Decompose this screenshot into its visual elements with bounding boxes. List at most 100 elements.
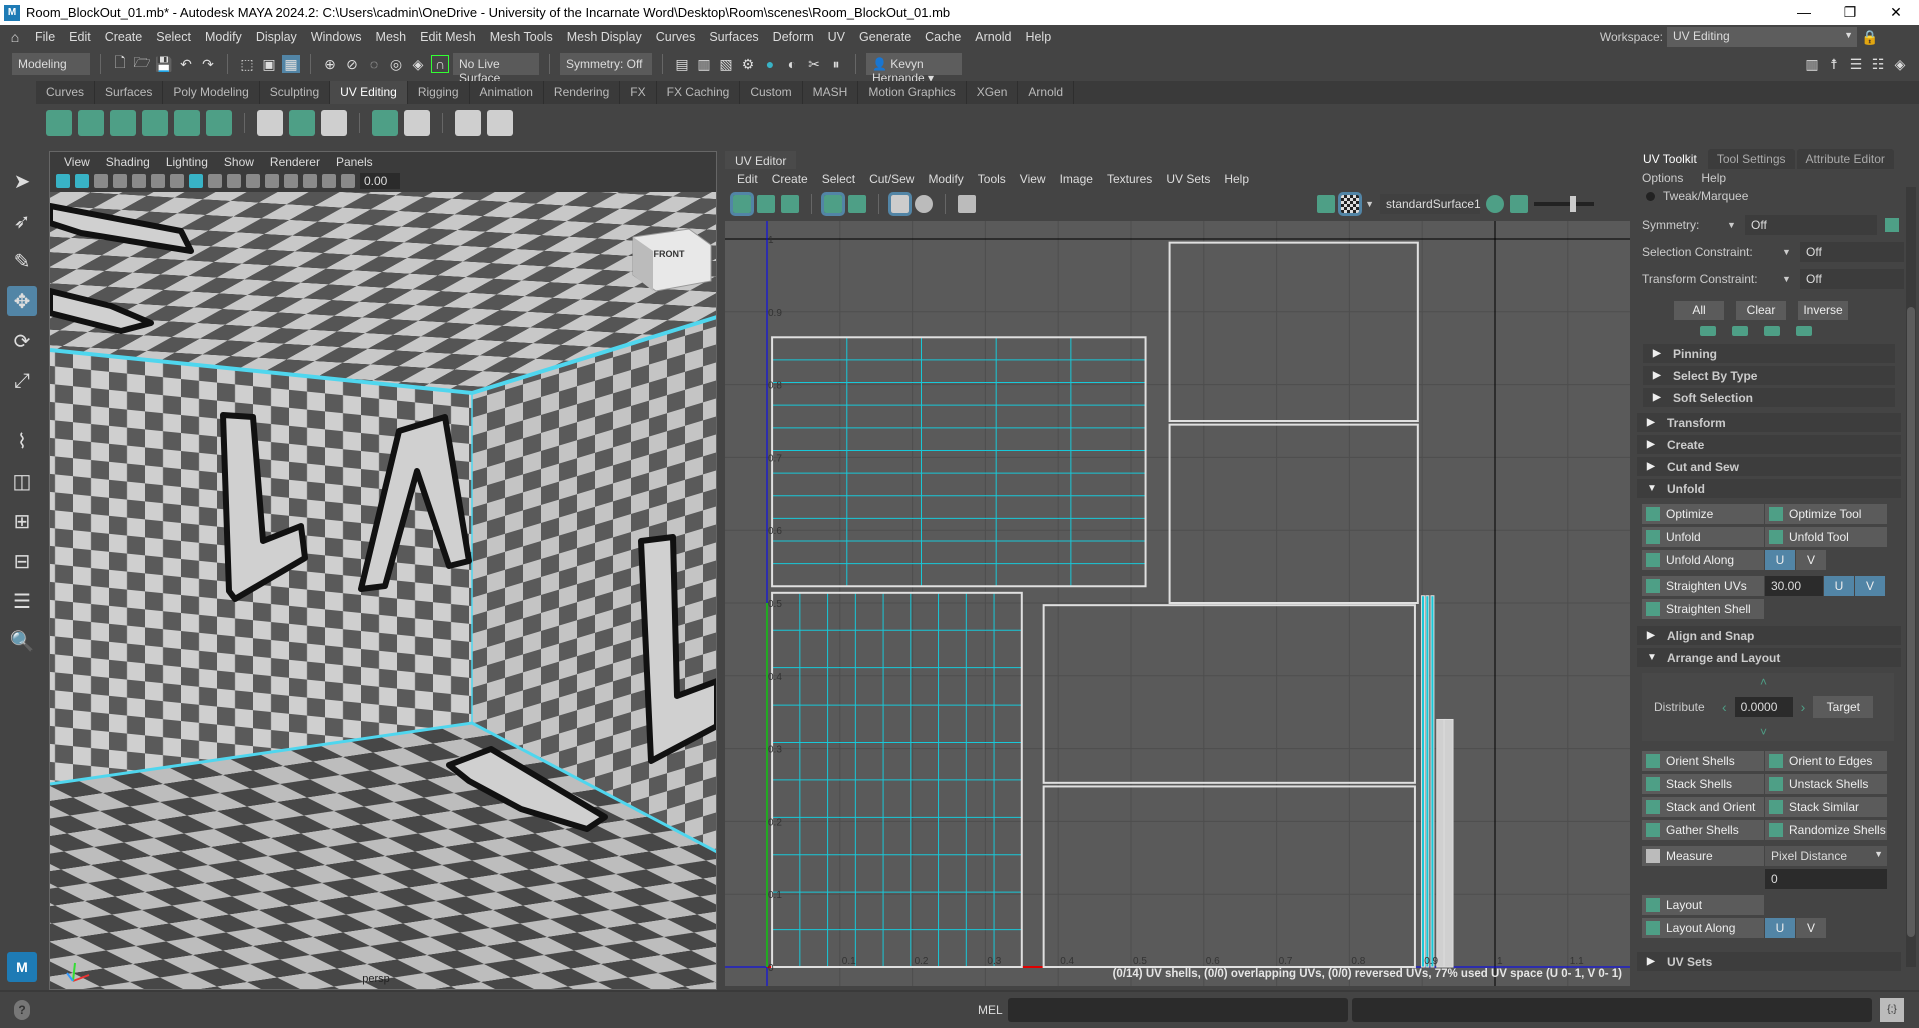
- uv-menu-create[interactable]: Create: [765, 172, 815, 186]
- radio-icon[interactable]: [1646, 191, 1655, 201]
- snap-surface-icon[interactable]: ◈: [409, 55, 427, 73]
- redo-icon[interactable]: ↷: [199, 55, 217, 73]
- uv-shell-select-icon[interactable]: [730, 192, 754, 216]
- randomize-shells-button[interactable]: Randomize Shells: [1765, 820, 1887, 840]
- snap-view-icon[interactable]: ◎: [387, 55, 405, 73]
- camera-based-map-icon[interactable]: [174, 110, 200, 136]
- snap-grid-icon[interactable]: ⊕: [321, 55, 339, 73]
- image-display-icon[interactable]: [1317, 195, 1336, 213]
- select-tool-icon[interactable]: ➤: [7, 166, 37, 196]
- select-all-button[interactable]: All: [1674, 300, 1724, 320]
- uv-menu-cut-sew[interactable]: Cut/Sew: [862, 172, 921, 186]
- measure-button[interactable]: Measure: [1642, 846, 1764, 866]
- single-perspective-layout-icon[interactable]: ◫: [7, 466, 37, 496]
- distortion-icon[interactable]: [915, 195, 933, 213]
- stack-and-orient-button[interactable]: Stack and Orient: [1642, 797, 1764, 817]
- straighten-angle-field[interactable]: 30.00: [1765, 576, 1823, 596]
- view-cube[interactable]: [632, 228, 712, 292]
- mel-label[interactable]: MEL: [978, 1003, 1003, 1017]
- pause-icon[interactable]: ⏸: [827, 55, 845, 73]
- lasso-tool-icon[interactable]: ➶: [7, 206, 37, 236]
- orient-shells-button[interactable]: Orient Shells: [1642, 751, 1764, 771]
- shrink-region-icon[interactable]: [1732, 326, 1748, 336]
- texture-borders-icon[interactable]: [848, 195, 866, 213]
- symmetry-axis-icon[interactable]: [1885, 218, 1899, 232]
- shelf-tab-curves[interactable]: Curves: [36, 81, 96, 104]
- viewport-menu-shading[interactable]: Shading: [98, 155, 158, 169]
- rotate-tool-icon[interactable]: ⟳: [7, 326, 37, 356]
- viewport-menu-renderer[interactable]: Renderer: [262, 155, 328, 169]
- scale-tool-icon[interactable]: ⤢: [7, 366, 37, 396]
- outliner-layout-icon[interactable]: ☰: [7, 586, 37, 616]
- viewport-canvas[interactable]: FRONT persp: [50, 192, 716, 989]
- dropdown-arrow-icon[interactable]: ▼: [1727, 220, 1743, 230]
- shelf-tab-sculpting[interactable]: Sculpting: [260, 81, 331, 104]
- view-cube-label[interactable]: FRONT: [654, 249, 685, 259]
- uv-menu-image[interactable]: Image: [1053, 172, 1100, 186]
- uv-select-icon[interactable]: [757, 195, 775, 213]
- isolate-select-icon[interactable]: [303, 174, 317, 188]
- menu-create[interactable]: Create: [98, 30, 150, 44]
- shelf-tab-arnold[interactable]: Arnold: [1018, 81, 1075, 104]
- checker-icon[interactable]: [455, 110, 481, 136]
- open-scene-icon[interactable]: 🗁: [133, 54, 151, 73]
- image-plane-icon[interactable]: [113, 174, 127, 188]
- minimize-button[interactable]: —: [1781, 0, 1827, 25]
- symmetry-dropdown[interactable]: Off: [1745, 215, 1877, 235]
- straighten-v-toggle[interactable]: V: [1855, 576, 1885, 596]
- straighten-uvs-button[interactable]: Straighten UVs: [1642, 576, 1764, 596]
- viewport-menu-lighting[interactable]: Lighting: [158, 155, 216, 169]
- shelf-tab-surfaces[interactable]: Surfaces: [95, 81, 164, 104]
- panel-scrollbar[interactable]: [1906, 187, 1916, 967]
- layout-along-v-toggle[interactable]: V: [1796, 918, 1826, 938]
- section-create[interactable]: ▶ Create: [1637, 435, 1901, 454]
- home-icon[interactable]: ⌂: [6, 28, 24, 46]
- unfold-along-button[interactable]: Unfold Along: [1642, 550, 1764, 570]
- unfold-along-u-toggle[interactable]: U: [1765, 550, 1795, 570]
- wireframe-on-shaded-icon[interactable]: [208, 174, 222, 188]
- camera-attributes-icon[interactable]: [75, 174, 89, 188]
- section-pinning[interactable]: ▶ Pinning: [1643, 344, 1895, 363]
- live-surface-field[interactable]: No Live Surface: [453, 53, 539, 85]
- unfold-along-v-toggle[interactable]: V: [1796, 550, 1826, 570]
- exposure-field[interactable]: 0.00: [360, 173, 400, 189]
- uv-grid-icon[interactable]: [888, 192, 912, 216]
- shrink-selection-icon[interactable]: [1700, 326, 1716, 336]
- tab-tool-settings[interactable]: Tool Settings: [1707, 149, 1795, 169]
- dropdown-arrow-icon[interactable]: ▼: [1782, 274, 1798, 284]
- dropdown-arrow-icon[interactable]: ▼: [1782, 247, 1798, 257]
- modeling-toolkit-icon[interactable]: ▥: [1803, 55, 1821, 73]
- optimize-tool-button[interactable]: Optimize Tool: [1765, 504, 1887, 524]
- grow-region-icon[interactable]: [1764, 326, 1780, 336]
- checker-dropdown-icon[interactable]: ▼: [1365, 199, 1374, 209]
- workspace-dropdown[interactable]: UV Editing: [1667, 27, 1857, 47]
- distribute-field[interactable]: 0.0000: [1734, 697, 1793, 717]
- mode-dropdown[interactable]: Modeling: [12, 53, 90, 75]
- shadows-icon[interactable]: [265, 174, 279, 188]
- shelf-tab-motion-graphics[interactable]: Motion Graphics: [858, 81, 967, 104]
- menu-edit-mesh[interactable]: Edit Mesh: [413, 30, 483, 44]
- hypershade-icon[interactable]: ●: [761, 55, 779, 73]
- menu-mesh-tools[interactable]: Mesh Tools: [483, 30, 560, 44]
- menu-arnold[interactable]: Arnold: [968, 30, 1018, 44]
- shelf-tab-fx-caching[interactable]: FX Caching: [657, 81, 741, 104]
- tool-settings-icon[interactable]: ☷: [1869, 55, 1887, 73]
- menu-cache[interactable]: Cache: [918, 30, 968, 44]
- user-account-button[interactable]: 👤 Kevyn Hernande ▾: [866, 53, 962, 85]
- options-menu[interactable]: Options: [1642, 171, 1683, 185]
- channel-box-icon[interactable]: ◈: [1891, 55, 1909, 73]
- distribute-left-icon[interactable]: ‹: [1722, 699, 1727, 715]
- soft-modification-icon[interactable]: ⌇: [7, 426, 37, 456]
- bookmark-icon[interactable]: [94, 174, 108, 188]
- four-view-layout-icon[interactable]: ⊞: [7, 506, 37, 536]
- texel-density-icon[interactable]: [487, 110, 513, 136]
- orient-to-edges-button[interactable]: Orient to Edges: [1765, 751, 1887, 771]
- snap-curve-icon[interactable]: ⊘: [343, 55, 361, 73]
- automatic-map-icon[interactable]: [142, 110, 168, 136]
- straighten-shell-button[interactable]: Straighten Shell: [1642, 599, 1764, 619]
- ipr-render-icon[interactable]: ▧: [717, 55, 735, 73]
- section-soft-selection[interactable]: ▶ Soft Selection: [1643, 388, 1895, 407]
- shelf-tab-rigging[interactable]: Rigging: [408, 81, 470, 104]
- symmetry-dropdown[interactable]: Symmetry: Off: [560, 53, 652, 75]
- close-button[interactable]: ✕: [1873, 0, 1919, 25]
